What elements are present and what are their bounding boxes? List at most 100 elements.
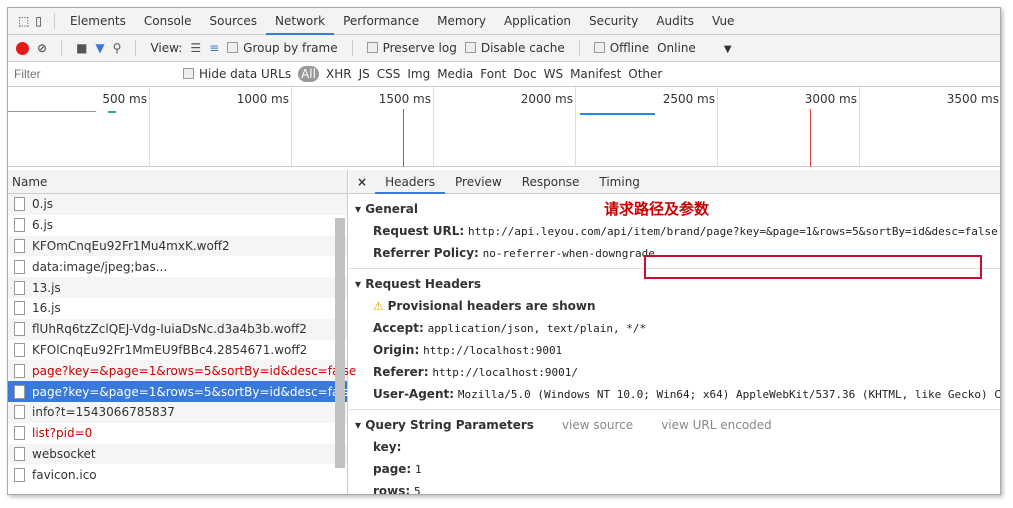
request-row[interactable]: 6.js [8,215,347,236]
file-icon [14,322,25,337]
type-filter-media[interactable]: Media [437,67,473,81]
request-row[interactable]: flUhRq6tzZclQEJ-Vdg-IuiaDsNc.d3a4b3b.wof… [8,318,347,340]
panel-tabs: ⬚ ▯ Elements Console Sources Network Per… [8,8,1000,35]
file-icon [14,342,25,357]
clear-icon[interactable]: ⊘ [37,41,47,55]
request-row[interactable]: page?key=&page=1&rows=5&sortBy=id&desc=f… [8,381,356,402]
file-icon [14,405,25,420]
type-filter-font[interactable]: Font [480,67,506,81]
request-name: list?pid=0 [32,426,93,441]
disable-cache-checkbox[interactable]: Disable cache [464,41,565,55]
tab-console[interactable]: Console [135,8,201,35]
tick-label: 2000 ms [434,87,576,167]
warning-icon: ⚠ [373,299,384,313]
type-filter-doc[interactable]: Doc [513,67,536,81]
scrollbar[interactable] [335,218,345,468]
file-icon [14,197,25,212]
tab-response[interactable]: Response [512,170,590,194]
request-url-value: http://api.leyou.com/api/item/brand/page… [467,225,998,238]
device-toolbar-icon[interactable]: ▯ [35,14,42,28]
type-filter-other[interactable]: Other [628,67,662,81]
type-filter-all[interactable]: All [298,66,319,82]
group-by-frame-checkbox[interactable]: Group by frame [227,41,338,55]
tab-elements[interactable]: Elements [61,8,135,35]
annotation-box [644,255,982,279]
file-icon [14,426,25,441]
file-icon [14,363,25,378]
view-url-encoded-link[interactable]: view URL encoded [661,418,772,432]
tab-timing[interactable]: Timing [589,170,650,194]
request-row[interactable]: websocket [8,443,347,465]
inspect-element-icon[interactable]: ⬚ [18,14,29,28]
request-name: data:image/jpeg;bas... [32,259,168,274]
request-row[interactable]: data:image/jpeg;bas... [8,256,347,277]
timeline-overview[interactable]: 500 ms 1000 ms 1500 ms 2000 ms 2500 ms 3… [8,87,1000,167]
request-row[interactable]: list?pid=0 [8,423,347,444]
type-filter-manifest[interactable]: Manifest [570,67,621,81]
tab-sources[interactable]: Sources [201,8,266,35]
throttle-select[interactable]: Online ▼ [657,41,731,55]
query-header[interactable]: ▾ Query String Parameters view source view… [355,414,1000,436]
request-row[interactable]: 16.js [8,298,347,319]
header-value: http://localhost:9001 [423,344,563,357]
record-icon[interactable] [16,41,29,55]
request-name: 0.js [32,197,54,212]
tick-label: 1500 ms [292,87,434,167]
tab-performance[interactable]: Performance [334,8,428,35]
waterfall-icon[interactable]: ≡ [209,41,219,55]
type-filter-ws[interactable]: WS [544,67,563,81]
preserve-log-checkbox[interactable]: Preserve log [366,41,457,55]
camera-icon[interactable]: ■ [76,41,87,55]
request-row[interactable]: page?key=&page=1&rows=5&sortBy=id&desc=f… [8,360,356,382]
request-row[interactable]: 13.js [8,277,347,298]
request-name: 13.js [32,280,61,295]
tab-headers[interactable]: Headers [375,170,446,194]
filter-icon[interactable]: ▼ [95,41,104,55]
request-name: page?key=&page=1&rows=5&sortBy=id&desc=f… [32,363,357,378]
request-name: page?key=&page=1&rows=5&sortBy=id&desc=f… [32,384,357,399]
tab-preview[interactable]: Preview [445,170,512,194]
param-key: page: [373,462,412,476]
request-name: 16.js [32,301,61,316]
tab-network[interactable]: Network [266,8,335,35]
offline-checkbox[interactable]: Offline [593,41,649,55]
type-filter-img[interactable]: Img [407,67,430,81]
tick-label: 500 ms [8,87,150,167]
annotation-text: 请求路径及参数 [604,200,710,218]
type-filter-xhr[interactable]: XHR [326,67,352,81]
hide-data-urls-checkbox[interactable]: Hide data URLs [183,67,291,81]
tick-label: 3000 ms [718,87,860,167]
header-row: Accept: application/json, text/plain, */… [355,317,1000,339]
name-column-header[interactable]: Name [8,170,347,194]
load-line [810,109,811,167]
timeline-bar [108,111,116,113]
timeline-bar [8,111,96,112]
search-icon[interactable]: ⚲ [113,41,122,55]
header-row: User-Agent: Mozilla/5.0 (Windows NT 10.0… [355,383,1000,405]
request-row[interactable]: info?t=1543066785837 [8,401,347,423]
file-icon [14,384,25,399]
header-value: http://localhost:9001/ [432,366,579,379]
type-filter-css[interactable]: CSS [377,67,401,81]
tab-security[interactable]: Security [580,8,647,35]
filter-input[interactable] [8,63,176,85]
dom-content-loaded-line [403,109,404,167]
request-row[interactable]: favicon.ico [8,464,347,485]
request-headers-section: ▾ Request Headers ⚠ Provisional headers … [349,269,1000,410]
tab-memory[interactable]: Memory [428,8,495,35]
query-section: ▾ Query String Parameters view source view… [349,410,1000,494]
referrer-policy-value: no-referrer-when-downgrade [482,247,655,260]
tab-audits[interactable]: Audits [647,8,703,35]
file-icon [14,446,25,461]
type-filter-js[interactable]: JS [359,67,370,81]
request-row[interactable]: KFOmCnqEu92Fr1Mu4mxK.woff2 [8,235,347,257]
file-icon [14,280,25,295]
close-icon[interactable]: × [349,175,375,189]
request-row[interactable]: 0.js [8,194,347,215]
param-value: 1 [415,463,422,476]
view-source-link[interactable]: view source [562,418,633,432]
large-rows-icon[interactable]: ☰ [190,41,201,55]
tab-application[interactable]: Application [495,8,580,35]
request-row[interactable]: KFOlCnqEu92Fr1MmEU9fBBc4.2854671.woff2 [8,340,347,361]
tab-vue[interactable]: Vue [703,8,743,35]
